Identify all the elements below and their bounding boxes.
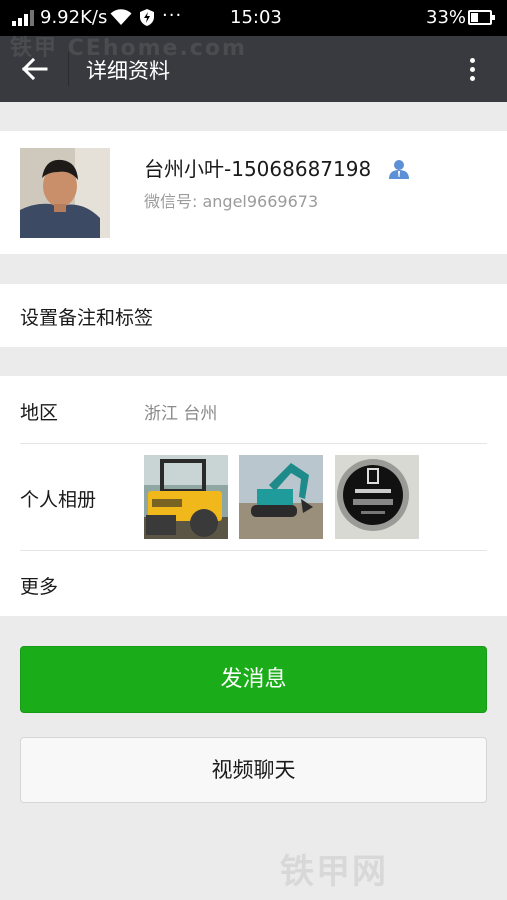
more-status-icon: ··· (162, 5, 183, 26)
network-speed: 9.92K/s (40, 7, 108, 28)
gauge-photo[interactable] (335, 455, 419, 539)
more-label[interactable]: 更多 (20, 572, 58, 599)
info-group: 地区 浙江 台州 个人相册 更多 (0, 376, 507, 616)
contact-name: 台州小叶-15068687198 (144, 157, 372, 181)
send-message-button[interactable]: 发消息 (20, 646, 487, 713)
personal-album[interactable] (144, 455, 421, 539)
signal-icon (12, 10, 36, 26)
set-remark-tags-row[interactable]: 设置备注和标签 (0, 284, 507, 347)
region-value: 浙江 台州 (144, 404, 218, 424)
divider (20, 443, 487, 444)
shield-icon (140, 9, 154, 26)
contact-person-icon (388, 160, 409, 179)
wechat-id: 微信号: angel9669673 (144, 192, 319, 211)
watermark-top: 铁甲 CEhome.com (10, 36, 247, 61)
watermark-bottom: 铁甲网 (280, 852, 388, 892)
profile-card[interactable]: 台州小叶-15068687198 微信号: angel9669673 (0, 131, 507, 254)
region-label: 地区 (20, 402, 59, 424)
battery-icon (468, 10, 495, 25)
battery-percent: 33% (426, 7, 467, 28)
more-vertical-icon[interactable] (460, 52, 486, 86)
avatar[interactable] (20, 148, 110, 238)
album-label: 个人相册 (20, 489, 97, 511)
wifi-icon (110, 9, 132, 25)
road-roller-photo[interactable] (144, 455, 228, 539)
video-chat-button[interactable]: 视频聊天 (20, 737, 487, 803)
clock: 15:03 (230, 7, 282, 28)
excavator-photo[interactable] (239, 455, 323, 539)
contact-name-row: 台州小叶-15068687198 (144, 153, 410, 182)
divider (20, 550, 487, 551)
remark-label: 设置备注和标签 (20, 307, 154, 329)
